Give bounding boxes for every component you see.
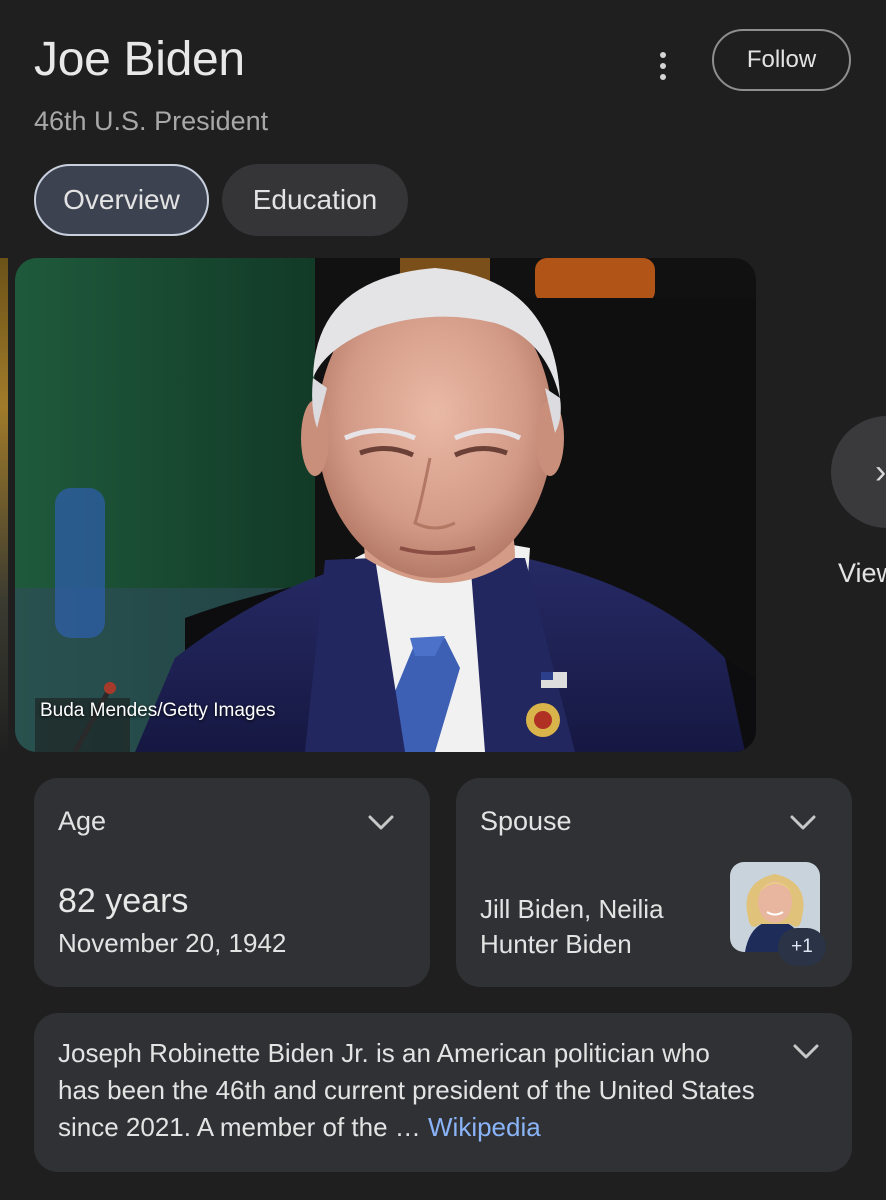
tab-overview[interactable]: Overview [34,164,209,236]
page-title: Joe Biden [34,33,245,86]
wikipedia-link[interactable]: Wikipedia [428,1112,541,1142]
spouse-label: Spouse [480,806,572,836]
previous-image-edge[interactable] [0,258,8,752]
portrait-image [15,258,756,752]
spouse-names[interactable]: Jill Biden, Neilia Hunter Biden [480,892,720,962]
spouse-card[interactable]: Spouse Jill Biden, Neilia Hunter Biden +… [456,778,852,987]
description-ellipsis: … [387,1112,428,1142]
chevron-down-icon[interactable] [367,814,395,832]
view-label[interactable]: View [838,558,886,589]
page-subtitle: 46th U.S. President [34,106,269,136]
more-options-button[interactable] [646,44,680,88]
view-more-images-button[interactable]: › [831,416,886,528]
age-label: Age [58,806,107,836]
follow-button[interactable]: Follow [712,29,851,91]
photo-credit: Buda Mendes/Getty Images [40,700,276,721]
description-text: Joseph Robinette Biden Jr. is an America… [58,1035,758,1146]
birth-date: November 20, 1942 [58,928,287,958]
chevron-down-icon[interactable] [792,1043,820,1061]
knowledge-panel: Joe Biden 46th U.S. President Follow Ove… [0,0,886,1200]
description-card[interactable]: Joseph Robinette Biden Jr. is an America… [34,1013,852,1172]
chevron-right-icon: › [875,452,886,491]
tab-education[interactable]: Education [222,164,408,236]
main-photo[interactable]: Buda Mendes/Getty Images [15,258,756,752]
more-vert-icon [660,52,666,58]
age-card[interactable]: Age 82 years November 20, 1942 [34,778,430,987]
age-value: 82 years [58,882,189,920]
chevron-down-icon[interactable] [789,814,817,832]
more-spouses-badge[interactable]: +1 [778,928,826,966]
